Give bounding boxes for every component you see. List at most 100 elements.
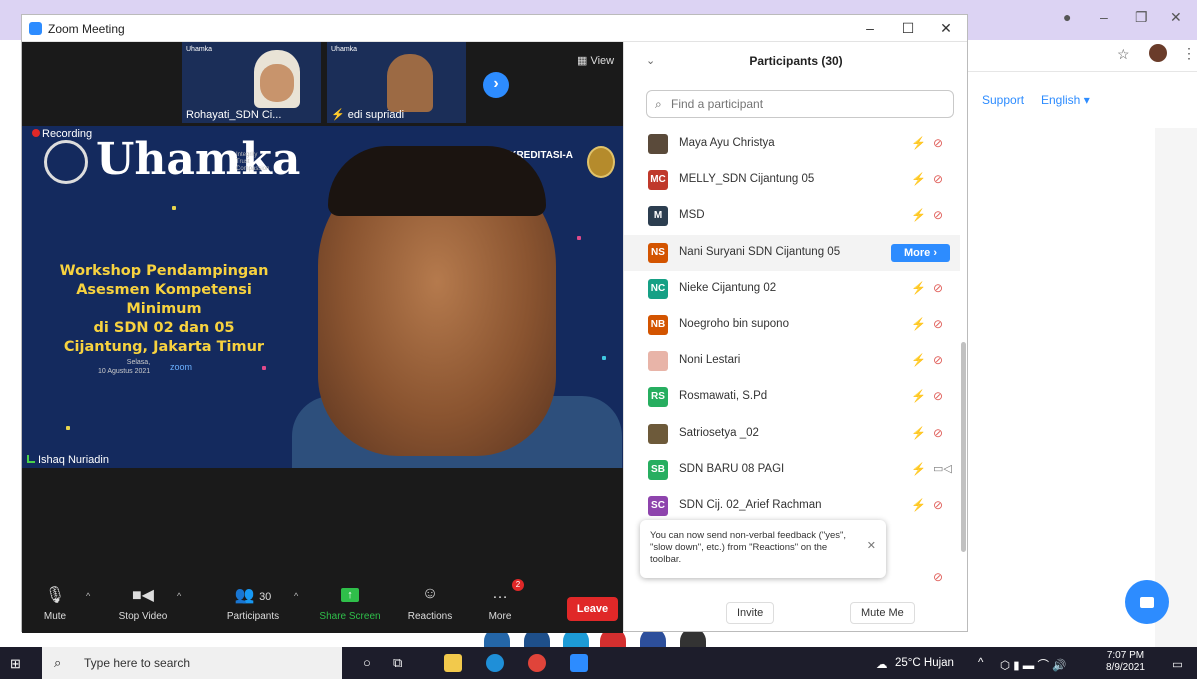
mic-off-icon: ⚡: [911, 280, 926, 295]
mic-off-icon: ⚡: [911, 353, 926, 368]
camera-icon: ■◀: [132, 587, 154, 604]
participant-row[interactable]: MC MELLY_SDN Cijantung 05 ⚡ ⊘: [624, 162, 960, 198]
next-page-button[interactable]: ›: [483, 72, 509, 98]
chat-icon: [1140, 596, 1154, 608]
minimize-icon[interactable]: –: [860, 20, 880, 36]
participant-row[interactable]: SB SDN BARU 08 PAGI ⚡ ▭◁: [624, 452, 960, 488]
invite-button[interactable]: Invite: [726, 602, 775, 624]
notification-badge: 2: [512, 579, 524, 591]
file-explorer-icon[interactable]: [444, 654, 462, 672]
participant-row[interactable]: RS Rosmawati, S.Pd ⚡ ⊘: [624, 379, 960, 415]
participants-options-caret[interactable]: ^: [294, 591, 298, 601]
thumbnail-video[interactable]: Uhamka ⚡ edi supriadi: [327, 42, 466, 123]
close-icon[interactable]: ✕: [1170, 9, 1182, 26]
mic-off-icon: ⚡: [911, 425, 926, 440]
share-screen-button[interactable]: ↑ Share Screen: [315, 585, 385, 622]
participant-list: Maya Ayu Christya ⚡ ⊘ MC MELLY_SDN Cijantung…: [624, 126, 968, 586]
thumbnail-name: ⚡ edi supriadi: [331, 108, 404, 121]
mute-me-button[interactable]: Mute Me: [850, 602, 915, 624]
participant-row[interactable]: NC Nieke Cijantung 02 ⚡ ⊘: [624, 271, 960, 307]
stop-video-button[interactable]: ■◀ Stop Video: [108, 585, 178, 622]
zoom-app-icon: [29, 22, 42, 35]
mute-button[interactable]: 🎙 Mute: [30, 585, 80, 622]
video-options-caret[interactable]: ^: [177, 591, 181, 601]
close-icon[interactable]: ✕: [867, 540, 876, 552]
mic-off-icon: ⚡: [911, 461, 926, 476]
recording-label: Recording: [42, 128, 93, 140]
participant-name: Satriosetya _02: [679, 426, 759, 439]
avatar[interactable]: [1149, 44, 1167, 62]
participant-name: MSD: [679, 209, 705, 222]
profile-icon[interactable]: ●: [1063, 9, 1071, 25]
participant-more-button[interactable]: More ›: [891, 243, 950, 262]
clock-date: 8/9/2021: [1106, 662, 1145, 673]
tray-icons[interactable]: ⬡ ▮ ▬ ⌒ 🔊: [1000, 657, 1066, 673]
participant-name: SDN Cij. 02_Arief Rachman: [679, 499, 822, 511]
participant-face: [387, 54, 433, 112]
workshop-line: Asesmen Kompetensi Minimum: [76, 282, 252, 317]
nav-link-language[interactable]: English ▾: [1041, 93, 1090, 107]
workshop-title: Workshop Pendampingan Asesmen Kompetensi…: [44, 262, 284, 357]
notification-icon[interactable]: ▭: [1172, 657, 1183, 671]
participant-row[interactable]: Noni Lestari ⚡ ⊘: [624, 343, 960, 379]
avatar: [648, 351, 668, 372]
panel-footer: Invite Mute Me: [624, 596, 968, 630]
thumbnail-video[interactable]: Uhamka Rohayati_SDN Ci...: [182, 42, 321, 123]
minimize-icon[interactable]: –: [1100, 9, 1108, 25]
panel-title: Participants (30): [749, 54, 843, 68]
event-date: Selasa, 10 Agustus 2021: [98, 358, 150, 376]
tray-overflow-icon[interactable]: ^: [978, 657, 983, 669]
thumbnail-brand: Uhamka: [331, 46, 358, 53]
participant-row[interactable]: SC SDN Cij. 02_Arief Rachman ⚡ ⊘: [624, 488, 960, 524]
participant-row[interactable]: Satriosetya _02 ⚡ ⊘: [624, 416, 960, 452]
more-button[interactable]: … More: [465, 585, 535, 622]
audio-options-caret[interactable]: ^: [86, 591, 90, 601]
browser-toolbar: ☆ ⋮: [960, 40, 1197, 72]
speaker-hair: [328, 146, 546, 216]
tagline-line: Compassion: [236, 166, 270, 172]
camera-off-icon: ⊘: [933, 280, 944, 295]
participants-button[interactable]: 👥 30 Participants: [218, 585, 288, 622]
participant-row[interactable]: Maya Ayu Christya ⚡ ⊘: [624, 126, 960, 162]
participants-label: Participants: [226, 611, 280, 622]
cortana-icon[interactable]: ○: [363, 655, 371, 670]
participant-row[interactable]: NB Noegroho bin supono ⚡ ⊘: [624, 307, 960, 343]
thumbnail-brand: Uhamka: [186, 46, 213, 53]
kebab-icon[interactable]: ⋮: [1182, 45, 1196, 62]
avatar: SB: [648, 459, 668, 480]
screen: ● – ❐ ✕ ☆ ⋮ Support English ▾ Zoom Meeti…: [0, 0, 1197, 679]
weather-text[interactable]: 25°C Hujan: [895, 657, 954, 669]
microphone-icon: 🎙: [44, 587, 66, 604]
scrollbar[interactable]: [961, 342, 966, 552]
star-icon[interactable]: ☆: [1117, 46, 1130, 63]
chat-button[interactable]: [1125, 580, 1169, 624]
participant-row[interactable]: NS Nani Suryani SDN Cijantung 05 More ›: [624, 234, 960, 271]
edge-icon[interactable]: [486, 654, 504, 672]
taskbar-search[interactable]: ⌕ Type here to search: [42, 647, 342, 679]
mic-off-icon: ⚡: [911, 498, 926, 512]
share-screen-icon: ↑: [315, 585, 385, 605]
taskbar-clock[interactable]: 7:07 PM 8/9/2021: [1106, 650, 1145, 674]
maximize-icon[interactable]: ☐: [898, 20, 918, 37]
participant-row[interactable]: M MSD ⚡ ⊘: [624, 198, 960, 234]
windows-start-icon[interactable]: ⊞: [10, 656, 21, 672]
avatar: NB: [648, 315, 668, 335]
nav-link-support[interactable]: Support: [982, 93, 1024, 107]
participants-icon: 👥 30: [234, 587, 272, 604]
reactions-button[interactable]: ☺ Reactions: [395, 585, 465, 622]
avatar: M: [648, 206, 668, 227]
restore-icon[interactable]: ❐: [1135, 9, 1148, 26]
leave-button[interactable]: Leave: [567, 597, 618, 621]
view-button[interactable]: ▦ View: [577, 54, 614, 67]
workshop-line: Workshop Pendampingan: [59, 263, 269, 279]
participants-panel: ⌄ Participants (30) ⌕ Maya Ayu Christya ⚡…: [623, 42, 967, 631]
windows-taskbar: ⊞ ⌕ Type here to search ○ ⧉ ☁ 25°C Hujan…: [0, 647, 1197, 679]
close-icon[interactable]: ✕: [936, 20, 956, 37]
avatar: MC: [648, 170, 668, 191]
participant-face-skin: [260, 64, 294, 102]
search-input[interactable]: [671, 96, 941, 112]
zoom-taskbar-icon[interactable]: [570, 654, 588, 672]
window-title: Zoom Meeting: [48, 22, 125, 36]
chrome-icon[interactable]: [528, 654, 546, 672]
task-view-icon[interactable]: ⧉: [393, 655, 402, 671]
